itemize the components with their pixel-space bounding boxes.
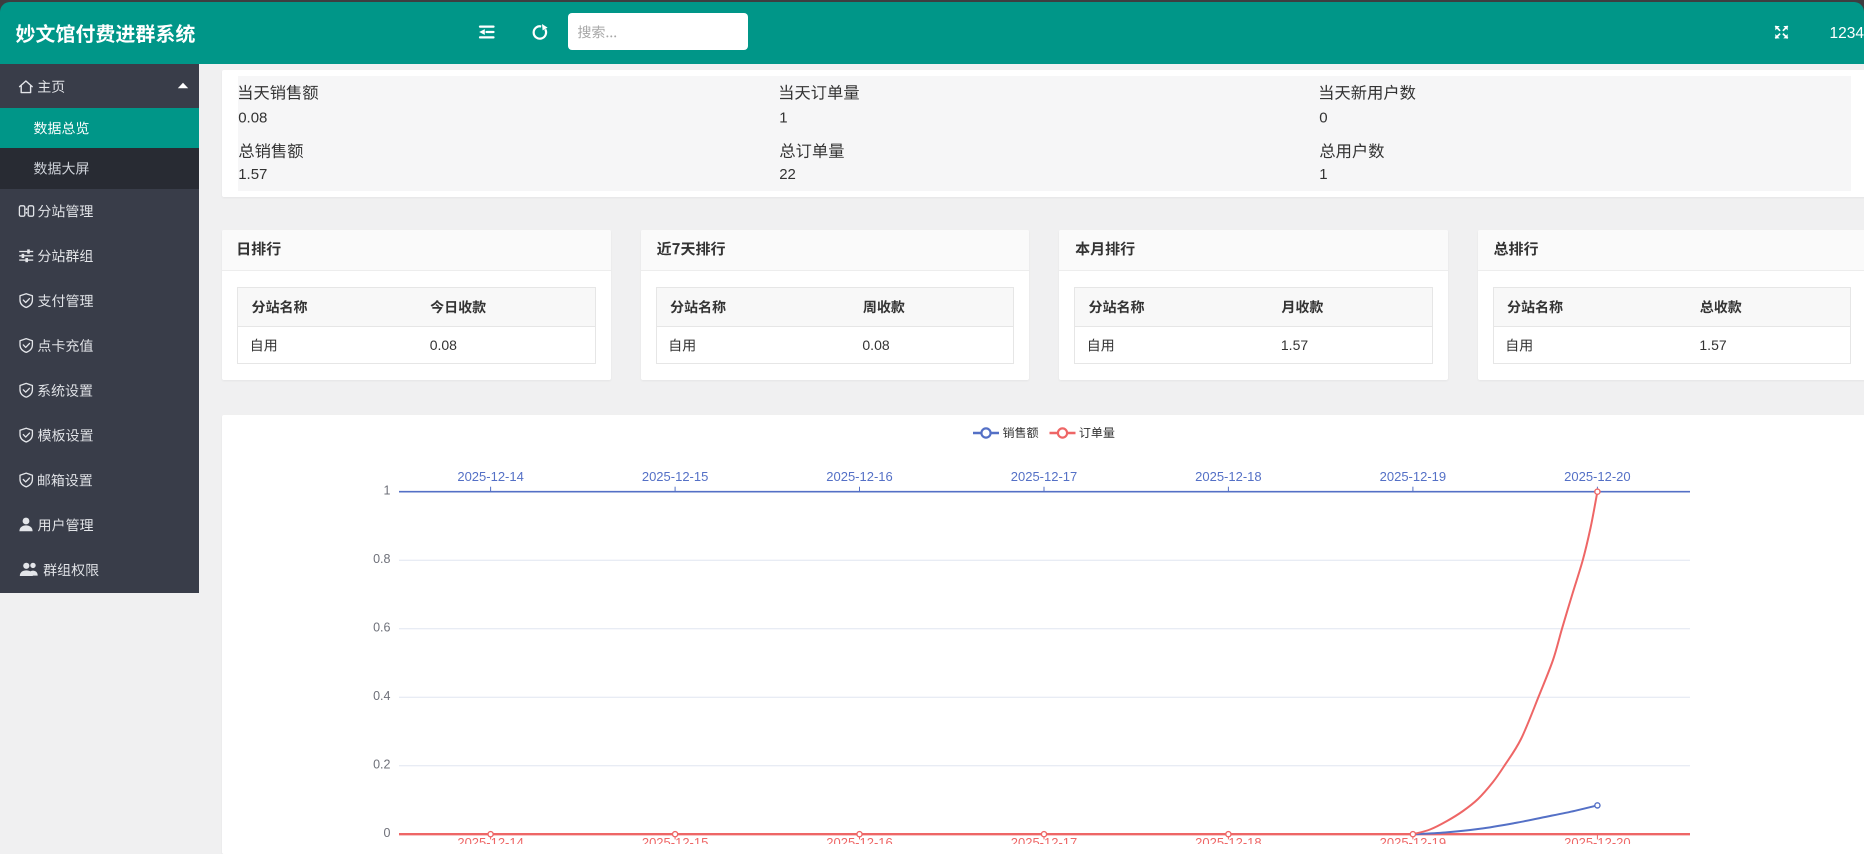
svg-text:0.8: 0.8	[373, 552, 390, 566]
svg-text:1: 1	[1319, 166, 1327, 183]
svg-text:1: 1	[779, 110, 787, 127]
svg-text:2025-12-19: 2025-12-19	[1380, 469, 1447, 484]
svg-text:1.57: 1.57	[1699, 337, 1726, 353]
svg-text:2025-12-20: 2025-12-20	[1564, 469, 1631, 484]
svg-text:1.57: 1.57	[1281, 337, 1308, 353]
svg-text:0.08: 0.08	[862, 337, 889, 353]
svg-text:0.08: 0.08	[238, 110, 267, 127]
svg-text:0: 0	[384, 826, 391, 840]
svg-text:0.08: 0.08	[430, 337, 457, 353]
svg-text:2025-12-20: 2025-12-20	[1564, 835, 1631, 844]
svg-text:2025-12-17: 2025-12-17	[1011, 469, 1078, 484]
svg-text:12345: 12345	[1830, 25, 1864, 42]
svg-text:22: 22	[779, 166, 796, 183]
svg-text:0.6: 0.6	[373, 621, 390, 635]
svg-text:1.57: 1.57	[238, 166, 267, 183]
svg-text:2025-12-14: 2025-12-14	[457, 469, 524, 484]
svg-text:0.4: 0.4	[373, 689, 390, 703]
svg-text:0.2: 0.2	[373, 758, 390, 772]
svg-text:2025-12-15: 2025-12-15	[642, 469, 709, 484]
svg-text:2025-12-18: 2025-12-18	[1195, 469, 1262, 484]
svg-text:2025-12-16: 2025-12-16	[826, 469, 893, 484]
svg-text:0: 0	[1319, 110, 1327, 127]
svg-text:1: 1	[384, 484, 391, 498]
